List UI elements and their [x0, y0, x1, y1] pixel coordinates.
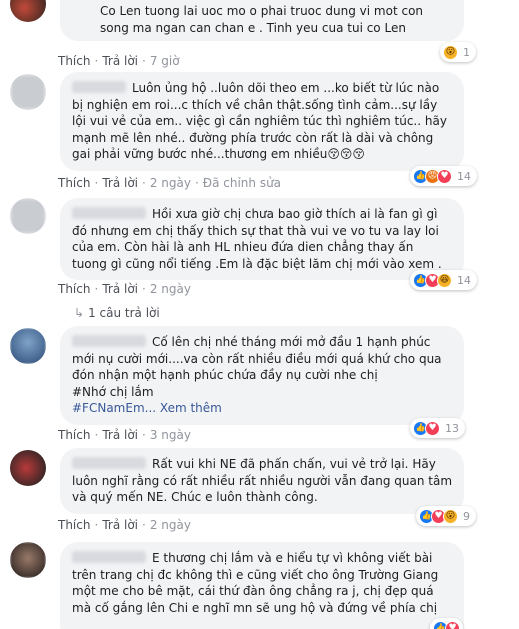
hashtag[interactable]: #Nhớ chị lắm [72, 384, 452, 401]
reaction-count: 1 [463, 45, 470, 59]
avatar[interactable] [10, 0, 46, 22]
comment-actions: Thích · Trả lời · 3 ngày [58, 428, 191, 442]
wow-icon: 😮 [443, 508, 458, 524]
see-more-link[interactable]: Xem thêm [160, 401, 222, 415]
timestamp[interactable]: 2 ngày [150, 176, 191, 190]
avatar[interactable] [10, 198, 46, 234]
reaction-summary[interactable]: 😮 1 [440, 42, 476, 62]
edited-label[interactable]: Đã chỉnh sửa [203, 176, 281, 190]
comment-bubble: Rất vui khi NE đã phấn chấn, vui vẻ trở … [60, 448, 464, 514]
comment-bubble: E thương chị lắm và e hiểu tự vì không v… [60, 542, 464, 629]
comment-bubble: Cố lên chị nhé tháng mới mở đầu 1 hạnh p… [60, 326, 464, 425]
reaction-count: 14 [457, 273, 471, 287]
reaction-summary[interactable]: 👍 ♥ [430, 618, 463, 629]
avatar[interactable] [10, 450, 46, 486]
comment-bubble: Hồi xưa giờ chị chưa bao giờ thích ai là… [60, 198, 464, 280]
reply-link[interactable]: Trả lời [102, 428, 138, 442]
avatar[interactable] [10, 74, 46, 110]
comment-actions: Thích · Trả lời · 7 giờ [58, 54, 180, 68]
commenter-name[interactable] [72, 335, 146, 347]
like-link[interactable]: Thích [58, 428, 90, 442]
like-link[interactable]: Thích [58, 176, 90, 190]
reaction-summary[interactable]: 👍 ♥ 😮 9 [416, 506, 476, 526]
view-replies-link[interactable]: ↳ 1 câu trả lời [74, 306, 160, 320]
hashtag[interactable]: #FCNamEm... [72, 401, 156, 415]
timestamp[interactable]: 7 giờ [150, 54, 180, 68]
reply-link[interactable]: Trả lời [102, 54, 138, 68]
comment-text: Co Len tuong lai uoc mo o phai truoc dun… [100, 4, 427, 35]
commenter-name[interactable] [72, 457, 146, 469]
reaction-summary[interactable]: 👍 ♥ 13 [410, 418, 465, 438]
like-link[interactable]: Thích [58, 282, 90, 296]
avatar[interactable] [10, 328, 46, 364]
love-icon: ♥ [445, 620, 460, 629]
love-icon: ♥ [437, 168, 452, 184]
timestamp[interactable]: 2 ngày [150, 518, 191, 532]
timestamp[interactable]: 3 ngày [150, 428, 191, 442]
reaction-count: 9 [463, 509, 470, 523]
reaction-summary[interactable]: 👍 ♥ 😆 14 [410, 270, 477, 290]
like-link[interactable]: Thích [58, 518, 90, 532]
comment-actions: Thích · Trả lời · 2 ngày [58, 282, 191, 296]
love-icon: ♥ [425, 420, 440, 436]
commenter-name[interactable] [72, 207, 146, 219]
commenter-name[interactable] [72, 551, 146, 563]
comments-panel: Co Len tuong lai uoc mo o phai truoc dun… [0, 0, 519, 629]
reaction-summary[interactable]: 👍 😡 ♥ 14 [410, 166, 477, 186]
comment-actions: Thích · Trả lời · 2 ngày · Đã chỉnh sửa [58, 176, 282, 190]
avatar[interactable] [10, 542, 46, 578]
reply-arrow-icon: ↳ [74, 306, 85, 320]
reaction-count: 13 [445, 421, 459, 435]
haha-icon: 😆 [437, 272, 452, 288]
comment-bubble: Co Len tuong lai uoc mo o phai truoc dun… [60, 0, 464, 41]
reply-link[interactable]: Trả lời [102, 282, 138, 296]
timestamp[interactable]: 2 ngày [150, 282, 191, 296]
reaction-count: 14 [457, 169, 471, 183]
comment-text: Luôn ủng hộ ..luôn dõi theo em ...ko biế… [72, 81, 451, 161]
comment-bubble: Luôn ủng hộ ..luôn dõi theo em ...ko biế… [60, 72, 464, 171]
reply-link[interactable]: Trả lời [102, 518, 138, 532]
comment-actions: Thích · Trả lời · 2 ngày [58, 518, 191, 532]
commenter-name[interactable] [72, 81, 126, 93]
reply-link[interactable]: Trả lời [102, 176, 138, 190]
like-link[interactable]: Thích [58, 54, 90, 68]
wow-icon: 😮 [443, 44, 458, 60]
